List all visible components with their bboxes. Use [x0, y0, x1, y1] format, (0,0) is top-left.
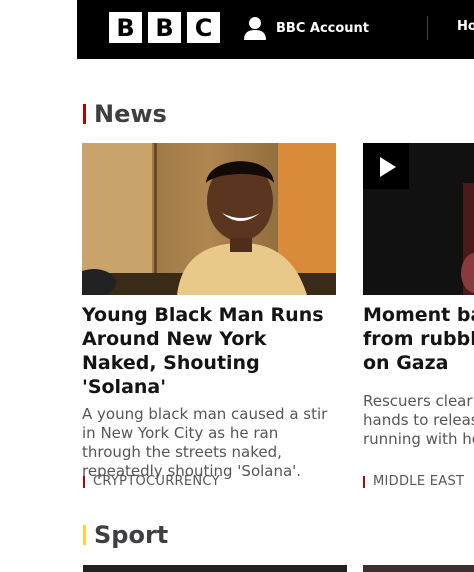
tag-label: CRYPTOCURRENCY [93, 474, 220, 489]
logo-letter: B [148, 12, 181, 43]
bbc-logo[interactable]: B B C [109, 12, 220, 43]
article-headline[interactable]: Young Black Man Runs Around New York Nak… [82, 303, 338, 399]
section-accent-bar [83, 104, 86, 124]
article-video-thumbnail[interactable] [363, 143, 474, 295]
sport-section-heading[interactable]: Sport [83, 521, 168, 549]
photo-man-smiling [82, 143, 336, 295]
tag-accent-bar [83, 475, 85, 488]
news-card[interactable]: Moment bal from rubble on Gaza Rescuers … [363, 143, 474, 449]
section-accent-bar [83, 525, 86, 545]
article-image[interactable] [82, 143, 336, 295]
article-topic-tag[interactable]: MIDDLE EAST [363, 474, 464, 489]
article-headline[interactable]: Moment bal from rubble on Gaza [363, 303, 474, 375]
account-label: BBC Account [276, 20, 370, 36]
video-still [363, 143, 474, 295]
nav-link-home[interactable]: Ho [457, 19, 474, 34]
tag-accent-bar [363, 475, 365, 488]
logo-letter: C [187, 12, 220, 43]
account-link[interactable]: BBC Account [242, 15, 369, 41]
logo-letter: B [109, 12, 142, 43]
headline-text: Moment bal from rubble on Gaza [363, 304, 474, 374]
sport-card-image-top[interactable] [363, 565, 474, 572]
article-topic-tag[interactable]: CRYPTOCURRENCY [83, 474, 220, 489]
top-navigation-bar: B B C BBC Account Ho [77, 0, 474, 59]
section-title: Sport [94, 521, 169, 549]
section-title: News [94, 100, 167, 128]
sport-card-image-top[interactable] [83, 565, 347, 572]
article-summary: A young black man caused a stir in New Y… [82, 405, 328, 480]
nav-divider [427, 16, 428, 40]
news-section-heading[interactable]: News [83, 100, 167, 128]
user-icon [244, 17, 266, 40]
article-summary: Rescuers clear hands to releas running w… [363, 392, 474, 448]
tag-label: MIDDLE EAST [373, 474, 465, 489]
news-card[interactable]: Young Black Man Runs Around New York Nak… [82, 143, 338, 481]
